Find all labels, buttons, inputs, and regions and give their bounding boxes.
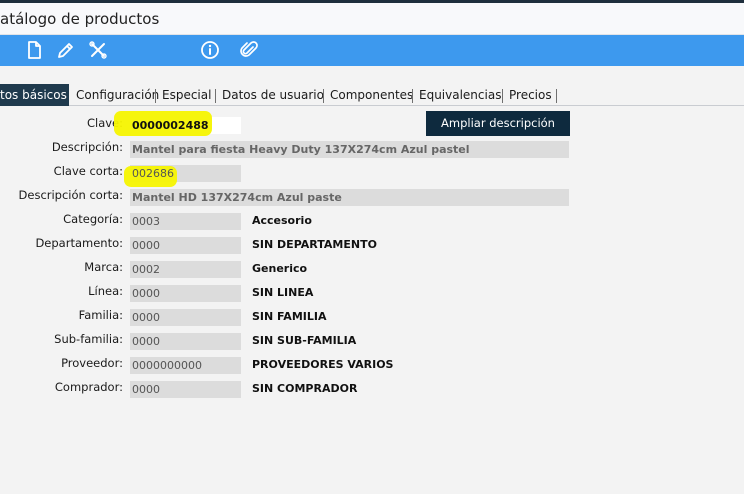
tab-precios[interactable]: Precios	[505, 84, 556, 106]
tab-strip: tos básicos Configuración Especial Datos…	[0, 84, 744, 106]
tab-especial[interactable]: Especial	[158, 84, 215, 106]
linea-description: SIN LINEA	[252, 286, 314, 299]
tab-equivalencias[interactable]: Equivalencias	[415, 84, 505, 106]
sub-familia-description: SIN SUB-FAMILIA	[252, 334, 357, 347]
tab-configuracion[interactable]: Configuración	[72, 84, 163, 106]
cancel-tools-icon[interactable]	[87, 39, 109, 61]
categoria-description: Accesorio	[252, 214, 312, 227]
clave-label: Clave:	[86, 116, 123, 130]
marca-label: Marca:	[84, 260, 123, 274]
tab-componentes[interactable]: Componentes	[326, 84, 417, 106]
clave-corta-label: Clave corta:	[53, 164, 123, 178]
departamento-field[interactable]: 0000	[130, 237, 241, 254]
tab-separator	[556, 89, 557, 103]
edit-pencil-icon[interactable]	[55, 39, 77, 61]
tab-separator	[323, 89, 324, 103]
tab-datos-basicos[interactable]: tos básicos	[0, 84, 69, 106]
linea-field[interactable]: 0000	[130, 285, 241, 302]
descripcion-label: Descripción:	[51, 140, 123, 154]
marca-description: Generico	[252, 262, 308, 275]
familia-label: Familia:	[78, 308, 123, 322]
ampliar-descripcion-button[interactable]: Ampliar descripción	[426, 111, 570, 136]
categoria-label: Categoría:	[63, 212, 123, 226]
proveedor-field[interactable]: 0000000000	[130, 357, 241, 374]
window-title: atálogo de productos	[0, 10, 160, 28]
new-document-icon[interactable]	[23, 39, 45, 61]
descripcion-field[interactable]: Mantel para fiesta Heavy Duty 137X274cm …	[130, 141, 569, 158]
linea-label: Línea:	[88, 284, 123, 298]
clave-value: 0000002488	[132, 119, 209, 132]
tab-separator	[155, 89, 156, 103]
descripcion-corta-field[interactable]: Mantel HD 137X274cm Azul paste	[130, 189, 569, 206]
proveedor-description: PROVEEDORES VARIOS	[252, 358, 394, 371]
departamento-description: SIN DEPARTAMENTO	[252, 238, 377, 251]
descripcion-corta-label: Descripción corta:	[18, 188, 123, 202]
toolbar	[0, 35, 744, 66]
marca-field[interactable]: 0002	[130, 261, 241, 278]
proveedor-label: Proveedor:	[61, 356, 123, 370]
categoria-field[interactable]: 0003	[130, 213, 241, 230]
tab-separator	[215, 89, 216, 103]
comprador-label: Comprador:	[54, 380, 123, 394]
familia-field[interactable]: 0000	[130, 309, 241, 326]
departamento-label: Departamento:	[35, 236, 123, 250]
tab-datos-usuario[interactable]: Datos de usuario	[218, 84, 328, 106]
sub-familia-field[interactable]: 0000	[130, 333, 241, 350]
clave-corta-value: 002686	[132, 167, 174, 180]
tab-separator	[412, 89, 413, 103]
title-bar: atálogo de productos	[0, 3, 744, 35]
tab-separator	[502, 89, 503, 103]
familia-description: SIN FAMILIA	[252, 310, 327, 323]
info-icon[interactable]	[199, 39, 221, 61]
attach-clip-icon[interactable]	[238, 39, 260, 61]
comprador-description: SIN COMPRADOR	[252, 382, 358, 395]
comprador-field[interactable]: 0000	[130, 381, 241, 398]
sub-familia-label: Sub-familia:	[54, 332, 123, 346]
